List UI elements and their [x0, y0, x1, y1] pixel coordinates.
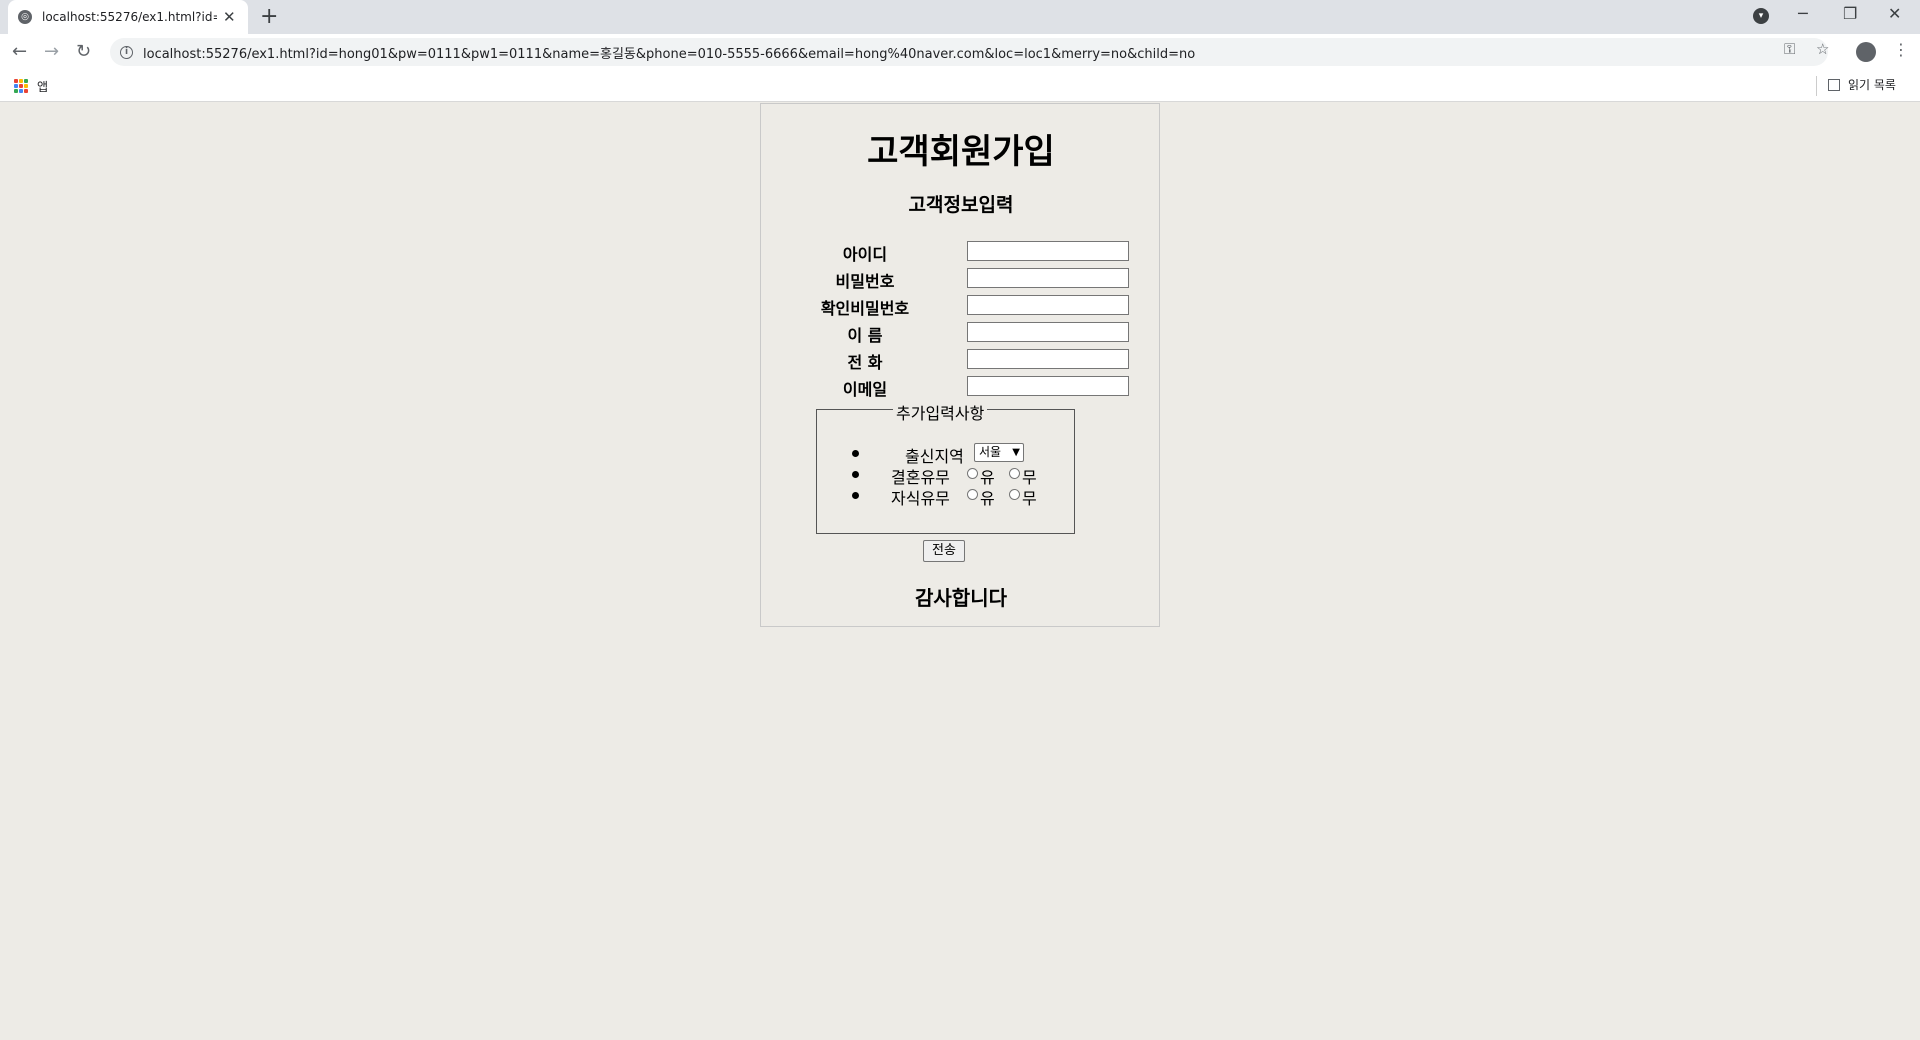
reading-list-icon — [1828, 78, 1840, 91]
password-label: 비밀번호 — [835, 272, 895, 291]
browser-toolbar: ← → ↻ i localhost:55276/ex1.html?id=hong… — [0, 34, 1920, 70]
address-bar[interactable]: i localhost:55276/ex1.html?id=hong01&pw=… — [110, 38, 1828, 66]
password-confirm-input[interactable] — [967, 295, 1129, 315]
form-row-email: 이메일 — [813, 375, 1129, 399]
form-row-phone: 전 화 — [813, 348, 1129, 372]
child-no-radio[interactable] — [1009, 489, 1020, 500]
reading-list-button[interactable]: 읽기 목록 — [1828, 76, 1896, 93]
tab-search-icon[interactable]: ▾ — [1753, 8, 1769, 24]
list-item-region: 출신지역 서울 ▼ — [817, 443, 1076, 466]
child-yes-label: 유 — [980, 489, 995, 508]
marriage-no-radio[interactable] — [1009, 468, 1020, 479]
id-label: 아이디 — [842, 245, 888, 264]
info-icon[interactable]: i — [120, 45, 133, 59]
marriage-yes-radio[interactable] — [967, 468, 978, 479]
form-row-password: 비밀번호 — [813, 267, 1129, 291]
profile-avatar-icon[interactable] — [1856, 42, 1876, 62]
forward-icon[interactable]: → — [44, 41, 59, 62]
bullet — [852, 450, 859, 457]
menu-icon[interactable]: ⋮ — [1893, 40, 1909, 59]
apps-grid-icon[interactable] — [14, 79, 28, 93]
bullet — [852, 471, 859, 478]
tab-title: localhost:55276/ex1.html?id=ho — [42, 10, 217, 24]
phone-label: 전 화 — [847, 353, 883, 372]
page-title: 고객회원가입 — [867, 132, 1055, 172]
close-tab-icon[interactable]: ✕ — [223, 8, 236, 26]
browser-tab[interactable]: ◎ localhost:55276/ex1.html?id=ho ✕ — [8, 0, 248, 34]
child-yes-radio[interactable] — [967, 489, 978, 500]
password-input[interactable] — [967, 268, 1129, 288]
fieldset-legend: 추가입력사항 — [893, 400, 988, 424]
name-label: 이 름 — [847, 326, 883, 345]
phone-input[interactable] — [967, 349, 1129, 369]
address-url[interactable]: localhost:55276/ex1.html?id=hong01&pw=01… — [143, 43, 1195, 62]
email-label: 이메일 — [842, 380, 888, 399]
bookmarks-bar: 앱 읽기 목록 — [0, 70, 1920, 102]
tab-strip: ◎ localhost:55276/ex1.html?id=ho ✕ + ▾ ─… — [0, 0, 1920, 34]
reading-list-label: 읽기 목록 — [1848, 78, 1896, 92]
list-item-marriage: 결혼유무 유 무 — [817, 464, 1076, 487]
password-confirm-label: 확인비밀번호 — [820, 299, 910, 318]
region-selected-value: 서울 — [979, 445, 1002, 459]
back-icon[interactable]: ← — [12, 41, 27, 62]
name-input[interactable] — [967, 322, 1129, 342]
apps-label[interactable]: 앱 — [37, 78, 48, 95]
child-label: 자식유무 — [891, 489, 950, 508]
region-select[interactable]: 서울 ▼ — [974, 443, 1024, 462]
form-row-password-confirm: 확인비밀번호 — [813, 294, 1129, 318]
thanks-message: 감사합니다 — [915, 586, 1007, 610]
child-no-label: 무 — [1022, 489, 1037, 508]
bullet — [852, 492, 859, 499]
list-item-child: 자식유무 유 무 — [817, 485, 1076, 508]
globe-icon: ◎ — [18, 10, 32, 24]
section-subtitle: 고객정보입력 — [908, 194, 1014, 216]
signup-form-container: 고객회원가입 고객정보입력 아이디 비밀번호 확인비밀번호 이 름 전 화 이메… — [760, 103, 1160, 627]
submit-button[interactable]: 전송 — [923, 540, 965, 562]
chevron-down-icon: ▼ — [1012, 447, 1020, 458]
page-content: 고객회원가입 고객정보입력 아이디 비밀번호 확인비밀번호 이 름 전 화 이메… — [0, 102, 1920, 1040]
extra-info-fieldset: 추가입력사항 출신지역 서울 ▼ 결혼유무 유 무 자식유무 유 무 — [816, 400, 1076, 534]
bookmark-divider — [1816, 76, 1817, 96]
restore-icon[interactable]: ❐ — [1843, 4, 1857, 23]
minimize-icon[interactable]: ─ — [1798, 4, 1808, 23]
id-input[interactable] — [967, 241, 1129, 261]
star-icon[interactable]: ☆ — [1816, 40, 1829, 58]
email-input[interactable] — [967, 376, 1129, 396]
new-tab-button[interactable]: + — [260, 4, 278, 29]
reload-icon[interactable]: ↻ — [76, 41, 91, 62]
form-row-name: 이 름 — [813, 321, 1129, 345]
close-window-icon[interactable]: ✕ — [1888, 4, 1901, 23]
form-row-id: 아이디 — [813, 240, 1129, 264]
key-icon[interactable]: ⚿ — [1784, 40, 1795, 58]
